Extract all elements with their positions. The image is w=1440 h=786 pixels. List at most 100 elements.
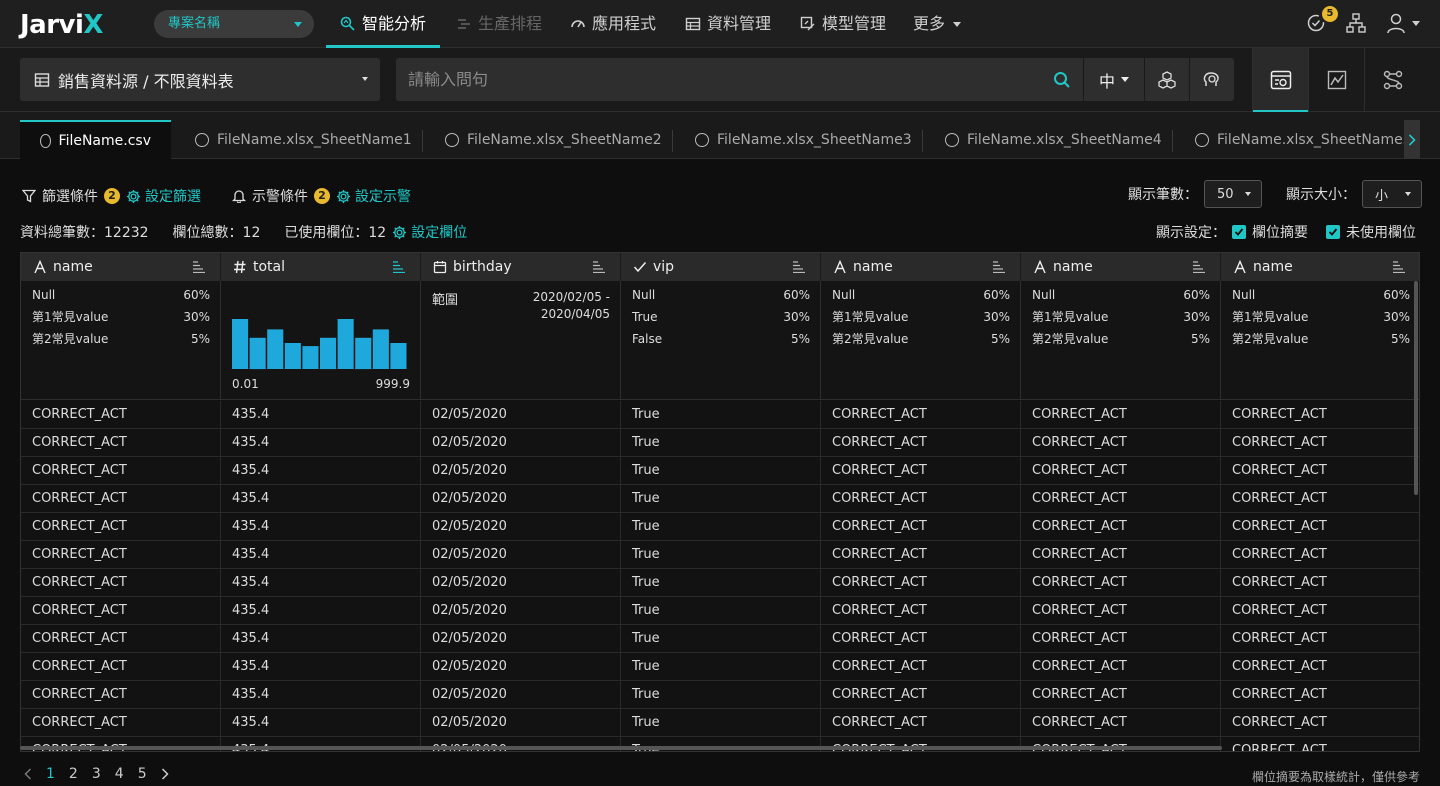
nav-data-management[interactable]: 資料管理 — [685, 0, 771, 48]
nav-label: 資料管理 — [707, 14, 772, 33]
column-header[interactable]: birthday — [421, 253, 621, 281]
field-summary-checkbox[interactable] — [1232, 225, 1246, 239]
file-tab[interactable]: FileName.xlsx_SheetName2 — [445, 120, 662, 159]
nav-applications[interactable]: 應用程式 — [570, 0, 656, 48]
rows-label: 顯示筆數： — [1128, 187, 1198, 203]
horizontal-scrollbar[interactable] — [20, 746, 1222, 750]
tab-flow-view[interactable] — [1364, 48, 1420, 112]
ai-insight-button[interactable] — [1190, 58, 1234, 101]
sort-icon[interactable] — [992, 261, 1006, 273]
datasource-selector[interactable]: 銷售資料源 / 不限資料表 — [20, 58, 380, 101]
stat-label: Null — [832, 288, 856, 302]
table-cell: CORRECT_ACT — [821, 457, 1021, 485]
column-header[interactable]: name — [1021, 253, 1221, 281]
table-cell: 02/05/2020 — [421, 485, 621, 513]
stat-percent: 5% — [1390, 332, 1410, 346]
bell-icon — [232, 190, 246, 203]
table-row[interactable]: CORRECT_ACT435.402/05/2020TrueCORRECT_AC… — [21, 513, 1419, 541]
file-tab[interactable]: FileName.xlsx_SheetName1 — [195, 120, 412, 159]
vertical-scrollbar[interactable] — [1414, 281, 1418, 495]
page-2[interactable]: 2 — [69, 766, 78, 782]
project-selector[interactable]: 專案名稱 — [154, 10, 314, 38]
tab-chart-view[interactable] — [1308, 48, 1364, 112]
stat-label: 第1常見value — [32, 310, 109, 324]
table-cell: True — [621, 429, 821, 457]
display-settings-label: 顯示設定： — [1156, 225, 1226, 241]
sort-icon[interactable] — [1192, 261, 1206, 273]
table-row[interactable]: CORRECT_ACT435.402/05/2020TrueCORRECT_AC… — [21, 457, 1419, 485]
column-name: vip — [653, 259, 675, 275]
table-cell: CORRECT_ACT — [821, 401, 1021, 429]
org-structure-button[interactable] — [1346, 12, 1366, 34]
table-row[interactable]: CORRECT_ACT435.402/05/2020TrueCORRECT_AC… — [21, 401, 1419, 429]
stat-percent: 30% — [1183, 310, 1210, 324]
sort-icon[interactable] — [192, 261, 206, 273]
components-button[interactable] — [1145, 58, 1189, 101]
unused-fields-checkbox[interactable] — [1326, 225, 1340, 239]
tasks-button[interactable]: 5 — [1306, 6, 1338, 32]
table-row[interactable]: CORRECT_ACT435.402/05/2020TrueCORRECT_AC… — [21, 485, 1419, 513]
search-button[interactable] — [1042, 58, 1082, 101]
histogram-max: 999.9 — [375, 377, 410, 391]
tabs-scroll-right[interactable] — [1404, 120, 1420, 159]
table-cell: CORRECT_ACT — [821, 541, 1021, 569]
table-row[interactable]: CORRECT_ACT435.402/05/2020TrueCORRECT_AC… — [21, 597, 1419, 625]
table-row[interactable]: CORRECT_ACT435.402/05/2020TrueCORRECT_AC… — [21, 681, 1419, 709]
sort-icon[interactable] — [792, 261, 806, 273]
page-5[interactable]: 5 — [138, 766, 147, 782]
summary-stat: Null 60% — [1232, 287, 1410, 309]
stat-percent: 30% — [983, 310, 1010, 324]
sort-icon[interactable] — [392, 261, 406, 273]
data-table: name total birthday vip name name name Null 60%… — [20, 252, 1420, 752]
nav-model-management[interactable]: 模型管理 — [800, 0, 886, 48]
column-header[interactable]: vip — [621, 253, 821, 281]
gauge-icon — [571, 20, 585, 28]
set-filter-link[interactable]: 設定篩選 — [126, 186, 201, 206]
table-cell: CORRECT_ACT — [1221, 737, 1419, 751]
table-row[interactable]: CORRECT_ACT435.402/05/2020TrueCORRECT_AC… — [21, 653, 1419, 681]
table-cell: 435.4 — [221, 457, 421, 485]
rows-per-page-select[interactable]: 50 — [1204, 180, 1262, 208]
chevron-right-icon[interactable] — [161, 768, 169, 780]
database-view-icon — [1270, 70, 1291, 90]
page-4[interactable]: 4 — [115, 766, 124, 782]
set-alert-link[interactable]: 設定示警 — [336, 186, 411, 206]
file-tab[interactable]: FileName.xlsx_SheetName3 — [695, 120, 912, 159]
table-row[interactable]: CORRECT_ACT435.402/05/2020TrueCORRECT_AC… — [21, 569, 1419, 597]
circle-icon — [195, 132, 209, 147]
summary-stat: 第2常見value 5% — [1032, 331, 1210, 353]
table-cell: CORRECT_ACT — [1021, 653, 1221, 681]
filter-icon — [22, 189, 36, 203]
user-menu[interactable] — [1386, 12, 1420, 34]
file-tab[interactable]: FileName.csv — [20, 120, 171, 159]
gear-icon — [126, 189, 141, 203]
nav-more[interactable]: 更多 — [913, 0, 962, 48]
display-size-select[interactable]: 小 — [1362, 180, 1422, 208]
table-row[interactable]: CORRECT_ACT435.402/05/2020TrueCORRECT_AC… — [21, 429, 1419, 457]
page-1[interactable]: 1 — [46, 766, 55, 782]
column-header[interactable]: name — [1221, 253, 1419, 281]
tab-data-view[interactable] — [1252, 48, 1308, 112]
file-tab[interactable]: FileName.xlsx_SheetName5 — [1195, 120, 1412, 159]
table-cell: 02/05/2020 — [421, 625, 621, 653]
sort-icon[interactable] — [1392, 261, 1406, 273]
cubes-icon — [1158, 70, 1176, 89]
nav-label: 模型管理 — [822, 14, 887, 33]
question-input[interactable] — [396, 58, 1036, 101]
table-row[interactable]: CORRECT_ACT435.402/05/2020TrueCORRECT_AC… — [21, 709, 1419, 737]
jarvix-logo[interactable]: JarviX — [20, 10, 103, 40]
chevron-left-icon[interactable] — [24, 768, 32, 780]
alert-conditions: 示警條件 2 設定示警 — [232, 186, 411, 206]
sort-icon[interactable] — [592, 261, 606, 273]
column-header[interactable]: name — [821, 253, 1021, 281]
column-header[interactable]: total — [221, 253, 421, 281]
table-row[interactable]: CORRECT_ACT435.402/05/2020TrueCORRECT_AC… — [21, 541, 1419, 569]
language-selector[interactable]: 中 — [1084, 58, 1144, 101]
page-3[interactable]: 3 — [92, 766, 101, 782]
set-fields-link[interactable]: 設定欄位 — [392, 222, 467, 242]
table-cell: CORRECT_ACT — [1021, 541, 1221, 569]
table-row[interactable]: CORRECT_ACT435.402/05/2020TrueCORRECT_AC… — [21, 625, 1419, 653]
nav-smart-analysis[interactable]: 智能分析 — [325, 0, 441, 48]
file-tab[interactable]: FileName.xlsx_SheetName4 — [945, 120, 1162, 159]
column-header[interactable]: name — [21, 253, 221, 281]
